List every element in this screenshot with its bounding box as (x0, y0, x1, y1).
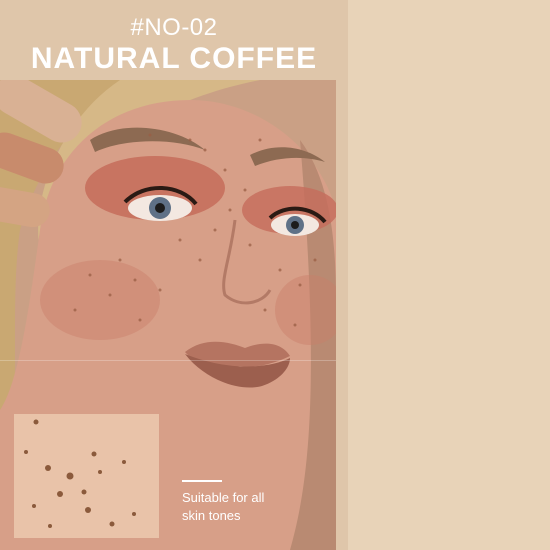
caption-text: Suitable for all skin tones (182, 489, 322, 525)
photo-crease (0, 360, 336, 361)
shade-code: #NO-02 (130, 14, 218, 41)
freckle-swatch (14, 414, 159, 538)
left-blush (40, 260, 160, 340)
caption-line-2: skin tones (182, 508, 241, 523)
caption-line-1: Suitable for all (182, 490, 265, 505)
shade-name: NATURAL COFFEE (30, 42, 318, 75)
caption-divider (182, 480, 222, 482)
